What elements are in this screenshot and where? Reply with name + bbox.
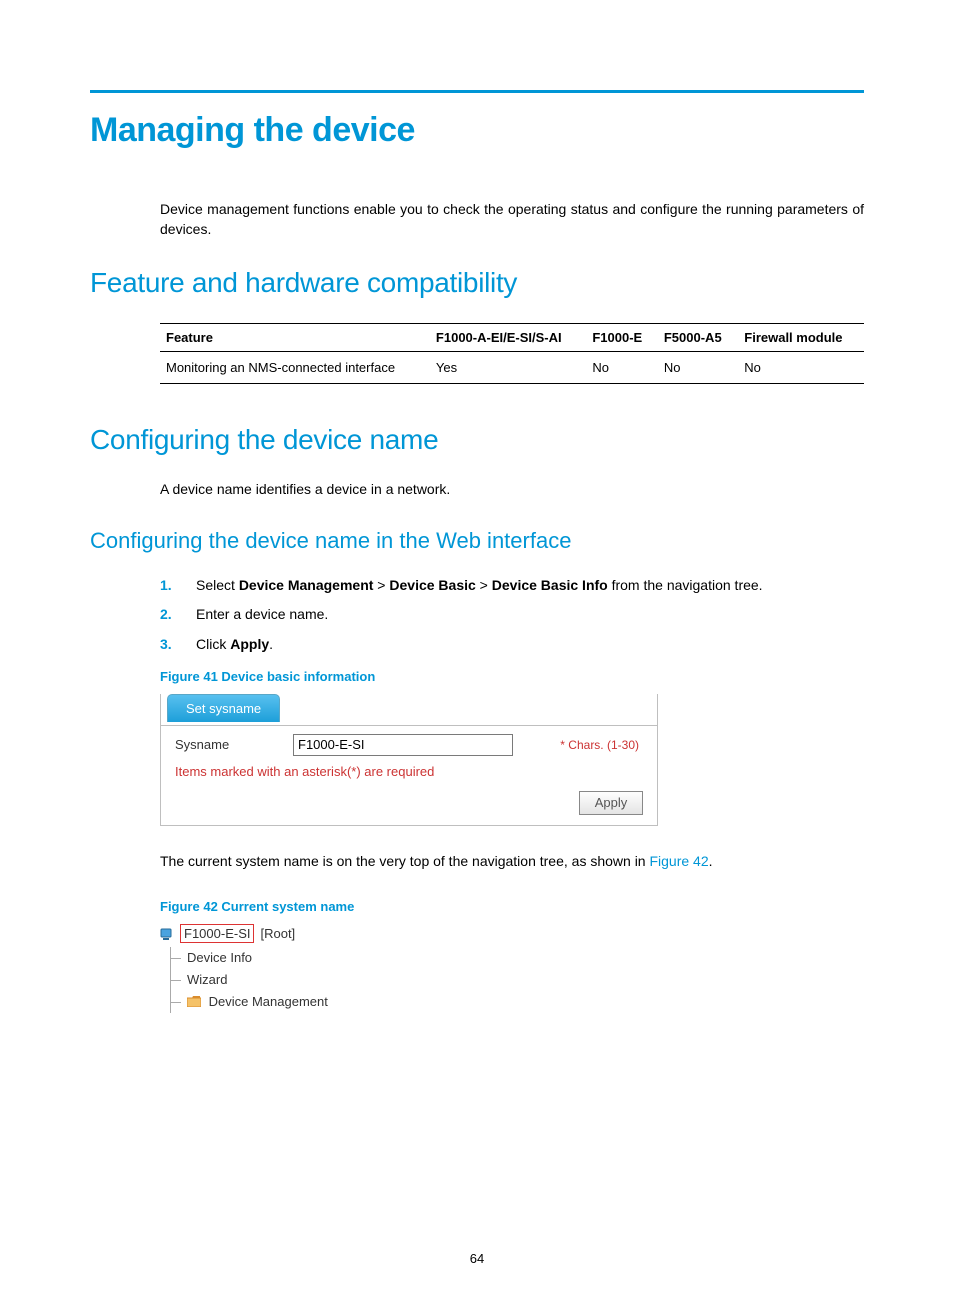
col-f1000e: F1000-E — [586, 324, 658, 352]
heading-compat: Feature and hardware compatibility — [90, 267, 864, 299]
table-header-row: Feature F1000-A-EI/E-SI/S-AI F1000-E F50… — [160, 324, 864, 352]
tab-set-sysname[interactable]: Set sysname — [167, 694, 280, 722]
col-firewall: Firewall module — [738, 324, 864, 352]
step-2: Enter a device name. — [160, 605, 864, 625]
intro-paragraph: Device management functions enable you t… — [160, 200, 864, 239]
nav-root-suffix: [Root] — [260, 926, 295, 941]
col-feature: Feature — [160, 324, 430, 352]
cell-f1000e: No — [586, 352, 658, 384]
cell-f5000: No — [658, 352, 738, 384]
page-title: Managing the device — [90, 111, 864, 150]
compat-table: Feature F1000-A-EI/E-SI/S-AI F1000-E F50… — [160, 323, 864, 384]
nav-tree: F1000-E-SI [Root] Device Info Wizard Dev… — [160, 924, 370, 1013]
cell-f1000a: Yes — [430, 352, 586, 384]
device-icon — [160, 926, 176, 942]
after-fig41: The current system name is on the very t… — [160, 852, 864, 872]
sysname-label: Sysname — [175, 737, 283, 752]
step-1: Select Device Management > Device Basic … — [160, 576, 864, 596]
cell-firewall: No — [738, 352, 864, 384]
table-row: Monitoring an NMS-connected interface Ye… — [160, 352, 864, 384]
sysname-panel: Set sysname Sysname * Chars. (1-30) Item… — [160, 694, 658, 826]
required-note: Items marked with an asterisk(*) are req… — [161, 764, 657, 787]
steps-list: Select Device Management > Device Basic … — [160, 576, 864, 655]
col-f5000: F5000-A5 — [658, 324, 738, 352]
step-3: Click Apply. — [160, 635, 864, 655]
page-number: 64 — [0, 1251, 954, 1266]
figure42-caption: Figure 42 Current system name — [160, 899, 864, 914]
apply-button[interactable]: Apply — [579, 791, 643, 815]
sysname-input[interactable] — [293, 734, 513, 756]
folder-icon — [187, 994, 205, 1009]
nav-root-label: F1000-E-SI — [180, 924, 254, 943]
heading-config: Configuring the device name — [90, 424, 864, 456]
heading-web: Configuring the device name in the Web i… — [90, 528, 864, 554]
nav-item-wizard[interactable]: Wizard — [171, 969, 370, 991]
nav-root[interactable]: F1000-E-SI [Root] — [160, 924, 370, 943]
figure41-caption: Figure 41 Device basic information — [160, 669, 864, 684]
cell-feature: Monitoring an NMS-connected interface — [160, 352, 430, 384]
sysname-hint: * Chars. (1-30) — [560, 738, 647, 752]
nav-item-device-info[interactable]: Device Info — [171, 947, 370, 969]
config-intro: A device name identifies a device in a n… — [160, 480, 864, 500]
col-f1000a: F1000-A-EI/E-SI/S-AI — [430, 324, 586, 352]
nav-item-device-management[interactable]: Device Management — [171, 991, 370, 1013]
figure42-link[interactable]: Figure 42 — [649, 853, 708, 869]
